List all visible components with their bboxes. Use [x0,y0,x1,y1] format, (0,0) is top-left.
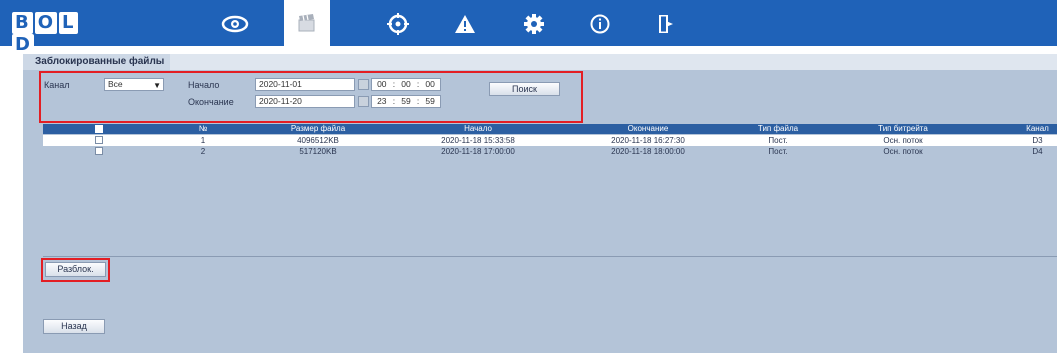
eye-icon [221,15,249,33]
col-bitrate-type: Тип битрейта [878,124,928,133]
col-start: Начало [464,124,492,133]
clapperboard-icon [298,14,315,32]
start-second[interactable]: 00 [420,79,440,90]
cell-start: 2020-11-18 17:00:00 [441,147,515,156]
cell-bitrate-type: Осн. поток [883,136,923,145]
gear-icon [524,14,544,34]
cell-end: 2020-11-18 18:00:00 [611,147,685,156]
cell-no: 1 [200,136,206,145]
end-minute[interactable]: 59 [396,96,416,107]
unlock-button[interactable]: Разблок. [45,262,106,277]
nav-ptz[interactable] [375,8,421,40]
end-hour[interactable]: 23 [372,96,392,107]
start-date-input[interactable]: 2020-11-01 [255,78,355,91]
cell-no: 2 [200,147,206,156]
page-title: Заблокированные файлы [23,54,171,70]
cell-bitrate-type: Осн. поток [883,147,923,156]
cell-end: 2020-11-18 16:27:30 [611,136,685,145]
table-row[interactable]: 1 4096512KB 2020-11-18 15:33:58 2020-11-… [43,135,1057,146]
table-empty-area [43,157,1057,257]
start-label: Начало [188,80,220,90]
table-header: № Размер файла Начало Окончание Тип файл… [43,124,1057,134]
end-second[interactable]: 59 [420,96,440,107]
top-nav-bar: B O LD [0,0,1057,56]
search-button[interactable]: Поиск [489,82,560,96]
select-all-checkbox[interactable] [95,125,103,133]
calendar-icon[interactable] [358,96,369,107]
end-label: Окончание [188,97,234,107]
start-time-input[interactable]: 00: 00: 00 [371,78,441,91]
col-end: Окончание [627,124,669,133]
cell-size: 4096512KB [297,136,339,145]
back-button[interactable]: Назад [43,319,105,334]
col-size: Размер файла [290,124,346,133]
channel-label: Канал [44,80,70,90]
col-no: № [198,124,208,133]
end-date-input[interactable]: 2020-11-20 [255,95,355,108]
cell-channel: D3 [1032,136,1043,145]
brand-logo: B O LD [12,12,102,56]
nav-events[interactable] [442,8,488,40]
info-icon [590,14,610,34]
col-channel: Канал [1026,124,1049,133]
nav-settings[interactable] [511,8,557,40]
start-minute[interactable]: 00 [396,79,416,90]
cell-file-type: Пост. [768,147,788,156]
row-checkbox[interactable] [95,147,103,155]
channel-select[interactable]: Все ▼ [104,78,164,91]
chevron-down-icon: ▼ [153,81,161,90]
cell-start: 2020-11-18 15:33:58 [441,136,515,145]
page-title-bar: Заблокированные файлы [23,54,1057,70]
calendar-icon[interactable] [358,79,369,90]
row-checkbox[interactable] [95,136,103,144]
warning-icon [455,15,475,33]
cell-size: 517120KB [299,147,337,156]
target-icon [387,13,409,35]
col-file-type: Тип файла [757,124,799,133]
nav-live-view[interactable] [212,8,258,40]
exit-icon [659,15,673,33]
channel-select-value: Все [108,79,123,89]
cell-file-type: Пост. [768,136,788,145]
start-hour[interactable]: 00 [372,79,392,90]
cell-channel: D4 [1032,147,1043,156]
nav-playback[interactable] [284,0,330,46]
nav-logout[interactable] [643,8,689,40]
nav-info[interactable] [577,8,623,40]
end-time-input[interactable]: 23: 59: 59 [371,95,441,108]
table-row[interactable]: 2 517120KB 2020-11-18 17:00:00 2020-11-1… [43,146,1057,157]
